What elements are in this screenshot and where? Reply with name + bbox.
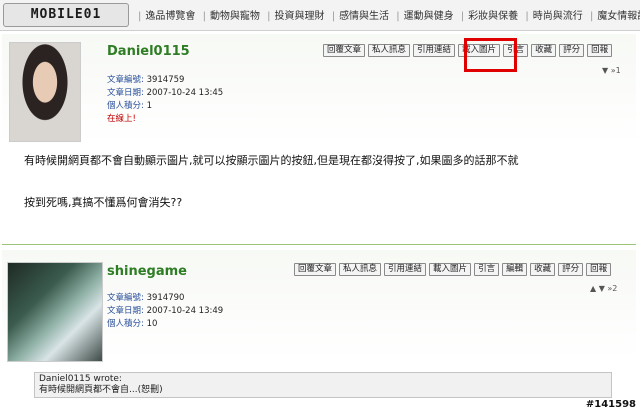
nav-item[interactable]: 投資與理財 bbox=[275, 11, 325, 22]
report-button[interactable]: 回報 bbox=[587, 44, 613, 57]
edit-button[interactable]: 編輯 bbox=[502, 263, 528, 276]
post-body-line: 有時候開網頁都不會自動顯示圖片,就可以按顯示圖片的按鈕,但是現在都沒得按了,如果… bbox=[24, 154, 519, 167]
nav-item[interactable]: 運動與健身 bbox=[404, 11, 454, 22]
post-divider bbox=[2, 244, 636, 245]
avatar[interactable] bbox=[7, 262, 103, 362]
points-label: 個人積分: bbox=[107, 101, 144, 111]
favorite-button[interactable]: 收藏 bbox=[530, 263, 556, 276]
nav-item[interactable]: 感情與生活 bbox=[339, 11, 389, 22]
article-id-label: 文章編號: bbox=[107, 75, 144, 85]
post-actions: 回覆文章 私人訊息 引用連結 載入圖片 引言 編輯 收藏 評分 回報 bbox=[294, 263, 612, 276]
username[interactable]: shinegame bbox=[107, 264, 187, 279]
quote-button[interactable]: 引言 bbox=[474, 263, 500, 276]
points-value: 1 bbox=[146, 101, 152, 111]
nav-item[interactable]: 動物與寵物 bbox=[210, 11, 260, 22]
online-status: 在線上! bbox=[107, 114, 136, 124]
reply-button[interactable]: 回覆文章 bbox=[323, 44, 366, 57]
favorite-button[interactable]: 收藏 bbox=[531, 44, 557, 57]
post-date: 2007-10-24 13:45 bbox=[146, 88, 224, 98]
rate-button[interactable]: 評分 bbox=[558, 263, 584, 276]
floor-nav[interactable]: ▼ »1 bbox=[602, 66, 621, 75]
post-meta: 文章編號: 3914759 文章日期: 2007-10-24 13:45 個人積… bbox=[107, 74, 223, 126]
site-logo[interactable]: MOBILE01 bbox=[3, 3, 129, 27]
article-id: 3914759 bbox=[146, 75, 185, 85]
date-label: 文章日期: bbox=[107, 88, 144, 98]
article-id-label: 文章編號: bbox=[107, 293, 144, 303]
nav-item[interactable]: 時尚與流行 bbox=[533, 11, 583, 22]
quote-author: Daniel0115 wrote: bbox=[39, 374, 122, 384]
quote-block: Daniel0115 wrote: 有時候開網頁都不會自...(恕刪) bbox=[34, 372, 612, 398]
link-button[interactable]: 引用連結 bbox=[384, 263, 427, 276]
reply-button[interactable]: 回覆文章 bbox=[294, 263, 337, 276]
report-button[interactable]: 回報 bbox=[586, 263, 612, 276]
nav-item[interactable]: 逸品博覽會 bbox=[145, 11, 195, 22]
post-body-line: 按到死嗎,真搞不懂爲何會消失?? bbox=[24, 196, 183, 209]
private-message-button[interactable]: 私人訊息 bbox=[368, 44, 411, 57]
top-navigation-bar: MOBILE01 | 逸品博覽會 | 動物與寵物 | 投資與理財 | 感情與生活 | 運動… bbox=[0, 0, 640, 31]
date-label: 文章日期: bbox=[107, 306, 144, 316]
avatar[interactable] bbox=[9, 42, 81, 142]
article-id: 3914790 bbox=[146, 293, 185, 303]
username[interactable]: Daniel0115 bbox=[107, 44, 190, 59]
private-message-button[interactable]: 私人訊息 bbox=[339, 263, 382, 276]
points-value: 10 bbox=[146, 319, 158, 329]
highlight-box bbox=[464, 38, 517, 72]
floor-nav[interactable]: ▲ ▼ »2 bbox=[590, 284, 617, 293]
quote-text: 有時候開網頁都不會自...(恕刪) bbox=[39, 385, 163, 395]
rate-button[interactable]: 評分 bbox=[559, 44, 585, 57]
nav-item[interactable]: 魔女情報誌 bbox=[597, 11, 640, 22]
load-images-button[interactable]: 載入圖片 bbox=[429, 263, 472, 276]
post-date: 2007-10-24 13:49 bbox=[146, 306, 224, 316]
nav-item[interactable]: 彩妝與保養 bbox=[468, 11, 518, 22]
points-label: 個人積分: bbox=[107, 319, 144, 329]
link-button[interactable]: 引用連結 bbox=[413, 44, 456, 57]
category-nav: | 逸品博覽會 | 動物與寵物 | 投資與理財 | 感情與生活 | 運動與健身 | 彩妝與保… bbox=[134, 7, 640, 22]
forum-post: Daniel0115 文章編號: 3914759 文章日期: 2007-10-2… bbox=[2, 34, 636, 246]
post-meta: 文章編號: 3914790 文章日期: 2007-10-24 13:49 個人積… bbox=[107, 292, 223, 331]
watermark: #141598 bbox=[585, 399, 636, 410]
